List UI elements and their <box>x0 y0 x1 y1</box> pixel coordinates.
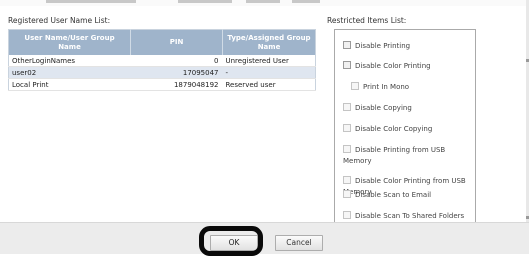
cancel-button[interactable]: Cancel <box>275 235 323 251</box>
checkbox[interactable] <box>343 145 351 153</box>
checkbox[interactable] <box>343 176 351 184</box>
restricted-item-label: Disable Printing from USB Memory <box>343 146 446 165</box>
registered-users-label: Registered User Name List: <box>8 16 111 25</box>
restricted-item-label: Disable Printing <box>355 42 411 50</box>
table-row[interactable]: OtherLoginNames 0 Unregistered User <box>8 55 316 67</box>
ok-button[interactable]: OK <box>210 235 258 251</box>
column-header-pin[interactable]: PIN <box>130 29 223 55</box>
restricted-item-disable-printing-usb[interactable]: Disable Printing from USB Memory <box>343 145 473 167</box>
column-header-username[interactable]: User Name/User Group Name <box>8 29 131 55</box>
table-header-row: User Name/User Group Name PIN Type/Assig… <box>8 29 316 55</box>
checkbox[interactable] <box>343 103 351 111</box>
checkbox[interactable] <box>343 124 351 132</box>
registered-users-table: User Name/User Group Name PIN Type/Assig… <box>8 29 316 91</box>
type-cell: - <box>222 66 316 79</box>
restricted-item-label: Disable Scan to Email <box>355 191 432 199</box>
user-name-cell: user02 <box>8 66 131 79</box>
checkbox[interactable] <box>343 41 351 49</box>
checkbox[interactable] <box>343 211 351 219</box>
restricted-item-label: Disable Color Copying <box>355 125 433 133</box>
restricted-item-label: Disable Color Printing <box>355 62 431 70</box>
table-row-selected[interactable]: user02 17095047 - <box>8 66 316 79</box>
checkbox[interactable] <box>351 82 359 90</box>
dialog-footer <box>0 222 529 254</box>
table-row[interactable]: Local Print 1879048192 Reserved user <box>8 78 316 91</box>
checkbox[interactable] <box>343 190 351 198</box>
pin-cell: 1879048192 <box>130 78 223 91</box>
pin-cell: 17095047 <box>130 66 223 79</box>
restricted-items-label: Restricted Items List: <box>327 16 407 25</box>
pin-cell: 0 <box>130 55 223 67</box>
restricted-item-disable-copying[interactable]: Disable Copying <box>343 103 412 114</box>
type-cell: Unregistered User <box>222 55 316 67</box>
restricted-item-disable-scan-email[interactable]: Disable Scan to Email <box>343 190 431 201</box>
restricted-item-disable-scan-shared[interactable]: Disable Scan To Shared Folders <box>343 211 475 222</box>
restricted-items-list[interactable]: Disable Printing Disable Color Printing … <box>334 29 476 225</box>
restricted-item-label: Disable Scan To Shared Folders <box>355 212 465 220</box>
top-border <box>0 0 529 6</box>
column-header-type[interactable]: Type/Assigned Group Name <box>222 29 316 55</box>
restricted-item-label: Disable Copying <box>355 104 412 112</box>
restricted-item-print-in-mono[interactable]: Print In Mono <box>351 82 409 93</box>
restricted-item-disable-color-printing[interactable]: Disable Color Printing <box>343 61 431 72</box>
restricted-item-disable-color-copying[interactable]: Disable Color Copying <box>343 124 432 135</box>
checkbox[interactable] <box>343 61 351 69</box>
type-cell: Reserved user <box>222 78 316 91</box>
restricted-item-disable-printing[interactable]: Disable Printing <box>343 41 410 52</box>
restricted-item-label: Print In Mono <box>363 83 410 91</box>
user-name-cell: Local Print <box>8 78 131 91</box>
user-name-cell: OtherLoginNames <box>8 55 131 67</box>
